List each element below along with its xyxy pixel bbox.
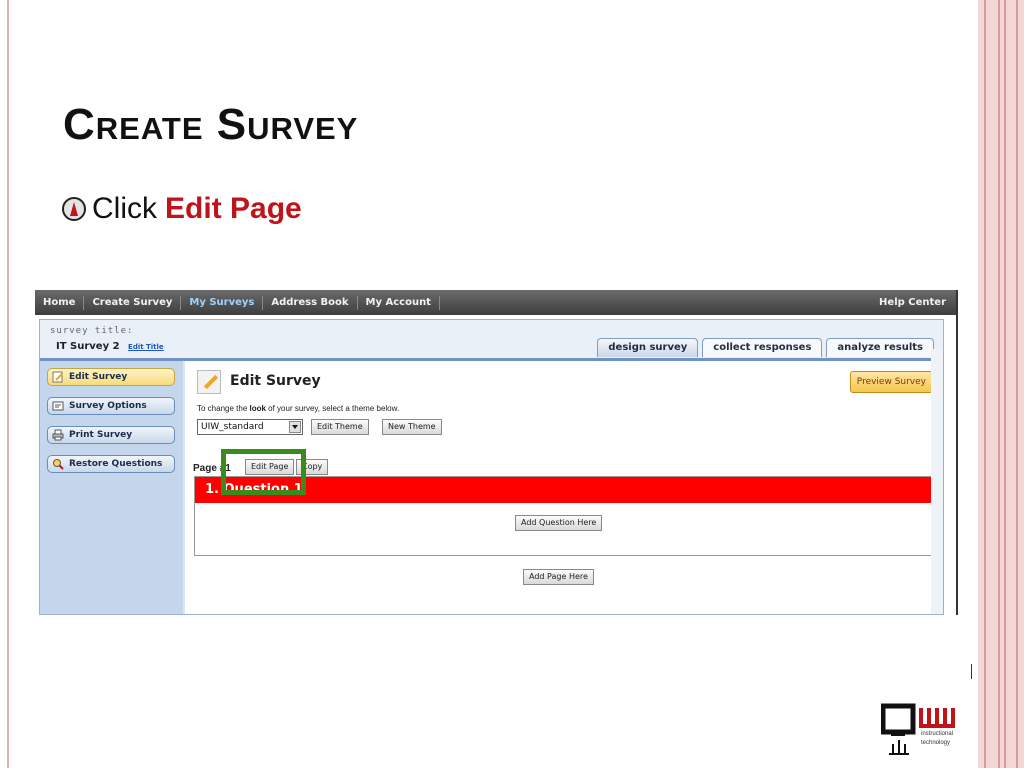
app-screenshot: Home Create Survey My Surveys Address Bo… (35, 290, 958, 615)
theme-text-before: To change the (197, 404, 250, 413)
band-line (1016, 0, 1018, 768)
sidebar-item-restore-questions[interactable]: Restore Questions (47, 455, 175, 473)
sidebar-item-survey-options[interactable]: Survey Options (47, 397, 175, 415)
sidebar-item-label: Print Survey (69, 430, 133, 440)
slide-left-border (7, 0, 9, 768)
tab-collect-responses[interactable]: collect responses (702, 338, 823, 357)
new-theme-button[interactable]: New Theme (382, 419, 442, 435)
slide-right-band (978, 0, 1024, 768)
instruction-bullet: Click Edit Page (62, 192, 302, 226)
nav-help-center[interactable]: Help Center (871, 296, 956, 310)
nav-home[interactable]: Home (35, 295, 85, 310)
restore-icon (53, 459, 64, 470)
theme-select-value: UIW_standard (201, 422, 264, 432)
editor-right-frame (931, 349, 943, 614)
sidebar-item-label: Restore Questions (69, 459, 163, 469)
tab-design-survey[interactable]: design survey (597, 338, 699, 357)
preview-survey-button[interactable]: Preview Survey (849, 371, 933, 393)
edit-page-highlight (221, 449, 306, 495)
edit-icon (52, 371, 63, 383)
edit-theme-button[interactable]: Edit Theme (311, 419, 369, 435)
nav-create-survey[interactable]: Create Survey (84, 295, 182, 310)
band-line (998, 0, 1000, 768)
survey-tabs: design survey collect responses analyze … (597, 338, 934, 357)
bullet-icon (62, 197, 86, 221)
theme-instructions: To change the look of your survey, selec… (197, 404, 399, 413)
options-icon (52, 401, 64, 411)
bullet-prefix: Click (92, 192, 157, 225)
theme-text-bold: look (249, 404, 266, 413)
sidebar: Edit Survey Survey Options Print Survey … (40, 361, 183, 614)
survey-title-label: survey title: (50, 326, 134, 336)
survey-editor: survey title: IT Survey 2 Edit Title des… (39, 319, 944, 615)
sidebar-item-print-survey[interactable]: Print Survey (47, 426, 175, 444)
bullet-emphasis: Edit Page (165, 192, 302, 225)
pencil-icon (197, 370, 221, 394)
uiw-logo-icon (881, 703, 955, 755)
survey-name: IT Survey 2 Edit Title (56, 341, 164, 352)
nav-my-account[interactable]: My Account (358, 295, 440, 310)
top-nav: Home Create Survey My Surveys Address Bo… (35, 290, 956, 315)
logo-line-2: technology (921, 740, 951, 746)
edit-title-link[interactable]: Edit Title (128, 343, 164, 351)
page-title: Edit Survey (230, 373, 321, 389)
chevron-down-icon[interactable] (289, 421, 301, 433)
theme-select[interactable]: UIW_standard (197, 419, 303, 435)
tab-analyze-results[interactable]: analyze results (826, 338, 934, 357)
band-line (1004, 0, 1006, 768)
nav-address-book[interactable]: Address Book (263, 295, 358, 310)
sidebar-item-edit-survey[interactable]: Edit Survey (47, 368, 175, 386)
sidebar-item-label: Edit Survey (69, 372, 128, 382)
logo-text: instructional technology (921, 730, 953, 748)
band-line (984, 0, 986, 768)
survey-name-text: IT Survey 2 (56, 341, 120, 352)
slide-title: Create Survey (63, 100, 359, 149)
add-question-button[interactable]: Add Question Here (515, 515, 603, 531)
nav-my-surveys[interactable]: My Surveys (181, 295, 264, 310)
logo-line-1: instructional (921, 731, 954, 737)
decorative-tick (971, 664, 972, 679)
add-page-button[interactable]: Add Page Here (523, 569, 594, 585)
printer-icon (52, 429, 64, 441)
theme-text-after: of your survey, select a theme below. (265, 404, 400, 413)
sidebar-item-label: Survey Options (69, 401, 147, 411)
survey-title-bar: survey title: IT Survey 2 Edit Title des… (40, 320, 943, 361)
